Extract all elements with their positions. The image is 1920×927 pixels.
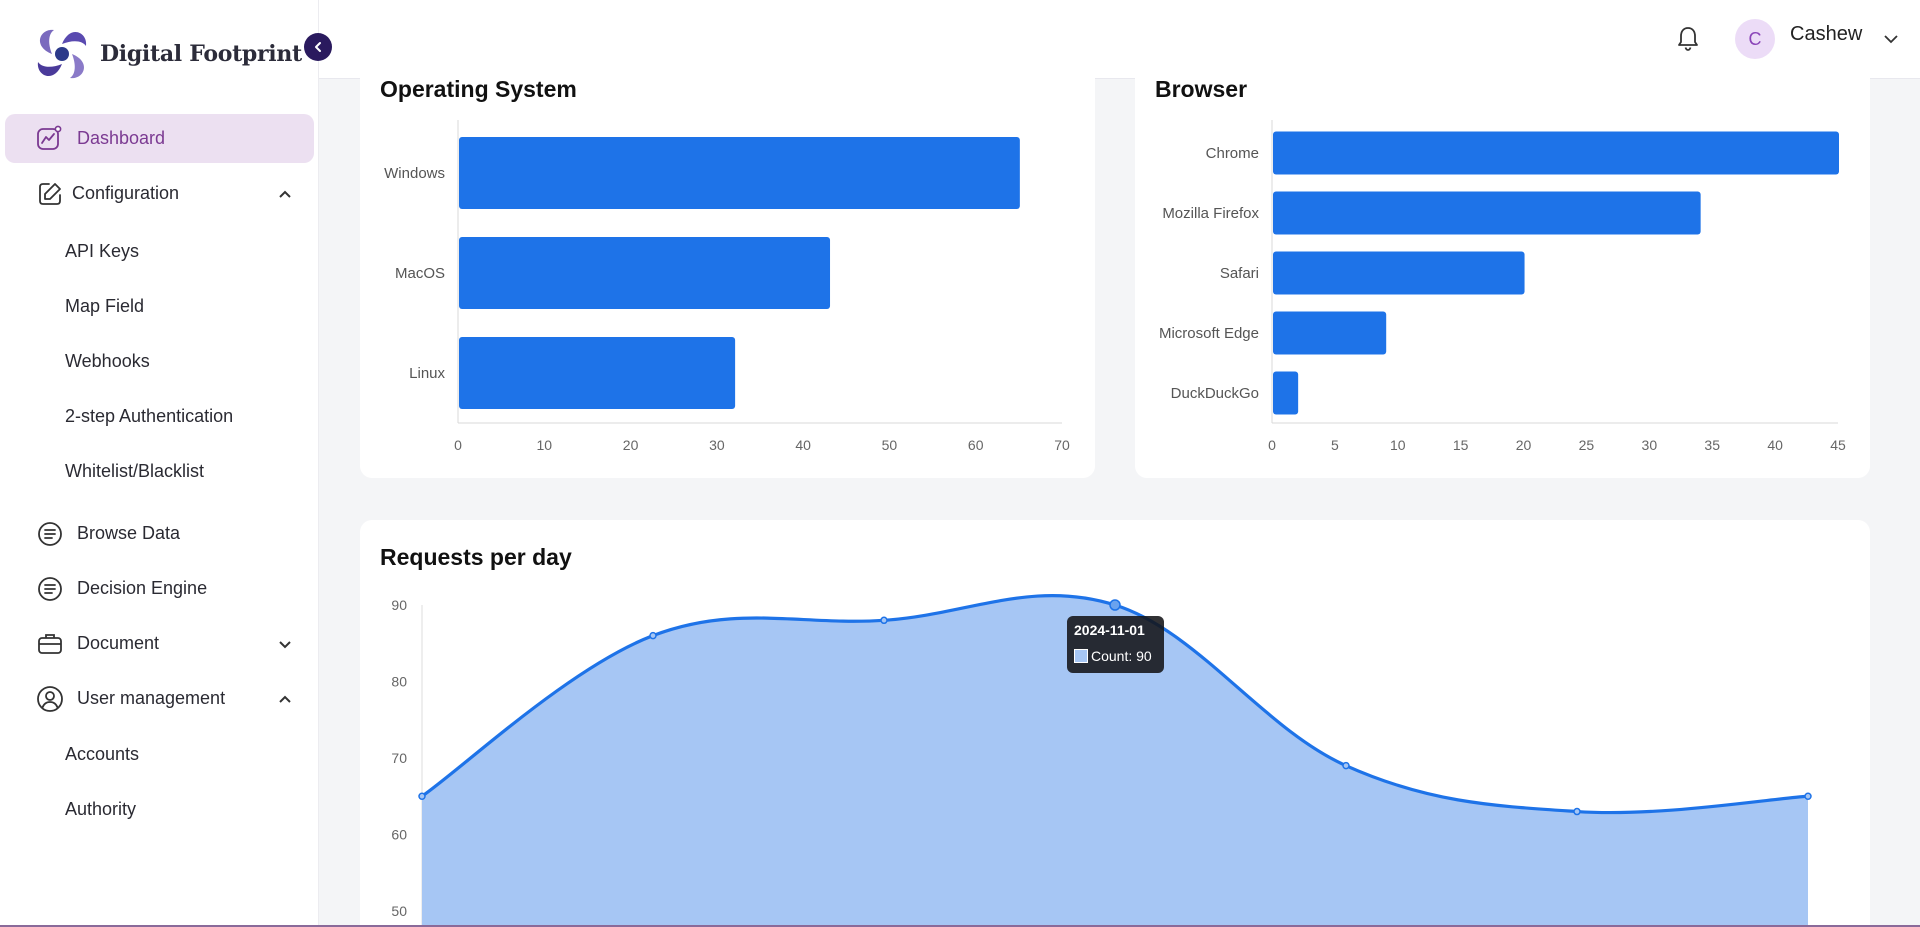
chevron-up-icon[interactable] (278, 187, 292, 201)
sidebar: Digital Footprint Dashboard Configuration… (0, 0, 319, 927)
bar[interactable] (1273, 371, 1299, 415)
sidebar-item-label: Configuration (72, 183, 180, 203)
sidebar-subitem-map-field[interactable]: Map Field (65, 296, 144, 317)
x-tick-label: 40 (1767, 437, 1783, 453)
bell-icon[interactable] (1673, 24, 1703, 54)
sidebar-item-label: Dashboard (77, 128, 166, 148)
x-tick-label: 20 (1516, 437, 1532, 453)
bar[interactable] (1273, 251, 1525, 295)
bar[interactable] (459, 137, 1020, 209)
category-label: MacOS (395, 265, 445, 282)
sidebar-item-label: Browse Data (77, 523, 181, 543)
app-root: Digital Footprint Dashboard Configuration… (0, 0, 1920, 927)
sidebar-item-configuration[interactable]: Configuration (5, 169, 314, 218)
bar[interactable] (459, 237, 831, 309)
chevron-down-icon[interactable] (278, 637, 292, 651)
y-tick-label: 60 (391, 827, 407, 843)
x-tick-label: 25 (1579, 437, 1595, 453)
y-tick-label: 70 (391, 750, 407, 766)
list-icon (35, 574, 65, 604)
sidebar-item-user-management[interactable]: User management (5, 674, 314, 723)
sidebar-subitem-authority[interactable]: Authority (65, 799, 136, 820)
data-point[interactable] (880, 616, 888, 625)
data-point[interactable] (1573, 807, 1581, 816)
sidebar-item-label: Decision Engine (77, 578, 208, 598)
requests-per-day-card: Requests per day 50 60 70 80 90 (360, 520, 1870, 927)
chart-line-icon (35, 124, 65, 154)
user-circle-icon (35, 684, 65, 714)
x-tick-label: 60 (968, 437, 984, 453)
brand-logo[interactable]: Digital Footprint (30, 22, 302, 86)
y-tick-label: 90 (391, 597, 407, 613)
sidebar-subitem-2-step-authentication[interactable]: 2-step Authentication (65, 406, 233, 427)
x-tick-label: 20 (623, 437, 639, 453)
list-icon (35, 519, 65, 549)
sidebar-item-browse-data[interactable]: Browse Data (5, 509, 314, 558)
x-tick-label: 30 (709, 437, 725, 453)
x-tick-label: 50 (882, 437, 898, 453)
data-point[interactable] (1109, 599, 1121, 611)
edit-icon (35, 179, 65, 209)
bar[interactable] (459, 337, 736, 409)
sidebar-subitem-api-keys[interactable]: API Keys (65, 241, 139, 262)
x-tick-label: 0 (454, 437, 462, 453)
tooltip-row: Count: 90 (1074, 648, 1157, 664)
y-tick-label: 80 (391, 674, 407, 690)
category-label: Mozilla Firefox (1162, 205, 1259, 222)
chart-tooltip: 2024-11-01 Count: 90 (1067, 616, 1164, 673)
data-point[interactable] (1804, 792, 1812, 800)
sidebar-item-decision-engine[interactable]: Decision Engine (5, 564, 314, 613)
brand-name: Digital Footprint (100, 41, 302, 67)
collapse-sidebar-button[interactable] (304, 33, 332, 61)
sidebar-subitem-webhooks[interactable]: Webhooks (65, 351, 150, 372)
sidebar-item-dashboard[interactable]: Dashboard (5, 114, 314, 163)
category-label: Linux (409, 365, 445, 382)
x-tick-label: 10 (1390, 437, 1406, 453)
bar[interactable] (1273, 131, 1839, 175)
tooltip-label: Count: 90 (1091, 648, 1152, 664)
chevron-down-icon[interactable] (1882, 30, 1900, 48)
avatar[interactable]: C (1735, 19, 1775, 59)
operating-system-card: Operating System 0 10 20 30 40 50 60 70 Windows M… (360, 60, 1095, 478)
category-label: Safari (1220, 265, 1259, 282)
x-tick-label: 0 (1268, 437, 1276, 453)
y-tick-label: 50 (391, 903, 407, 919)
chevron-up-icon[interactable] (278, 692, 292, 706)
username[interactable]: Cashew (1790, 23, 1862, 46)
data-point[interactable] (1342, 761, 1350, 770)
tooltip-swatch (1074, 649, 1088, 663)
x-tick-label: 15 (1453, 437, 1469, 453)
briefcase-icon (35, 629, 65, 659)
x-tick-label: 45 (1830, 437, 1846, 453)
x-tick-label: 35 (1704, 437, 1720, 453)
requests-per-day-chart: 50 60 70 80 90 (391, 593, 1812, 927)
sidebar-subitem-whitelist-blacklist[interactable]: Whitelist/Blacklist (65, 461, 204, 482)
sidebar-item-label: Document (77, 633, 160, 653)
browser-chart: 0 5 10 15 20 25 30 35 40 45 Chrome Mozilla Firefox S… (1159, 120, 1846, 453)
x-tick-label: 5 (1331, 437, 1339, 453)
sidebar-item-document[interactable]: Document (5, 619, 314, 668)
category-label: DuckDuckGo (1171, 385, 1259, 402)
logo-mark-icon (37, 29, 87, 79)
category-label: Windows (384, 165, 445, 182)
bar[interactable] (1273, 191, 1701, 235)
tooltip-title: 2024-11-01 (1074, 622, 1145, 638)
x-tick-label: 70 (1054, 437, 1070, 453)
bar[interactable] (1273, 311, 1387, 355)
category-label: Chrome (1206, 145, 1259, 162)
sidebar-item-label: User management (77, 688, 226, 708)
data-point[interactable] (649, 631, 657, 640)
x-tick-label: 40 (795, 437, 811, 453)
browser-card: Browser 0 5 10 15 20 25 30 35 40 45 Chrome Mozilla … (1135, 60, 1870, 478)
x-tick-label: 30 (1642, 437, 1658, 453)
sidebar-subitem-accounts[interactable]: Accounts (65, 744, 139, 765)
category-label: Microsoft Edge (1159, 325, 1259, 342)
operating-system-chart: 0 10 20 30 40 50 60 70 Windows MacOS Linux (384, 120, 1070, 453)
data-point[interactable] (418, 792, 426, 800)
x-tick-label: 10 (536, 437, 552, 453)
chevron-left-icon (315, 42, 321, 52)
